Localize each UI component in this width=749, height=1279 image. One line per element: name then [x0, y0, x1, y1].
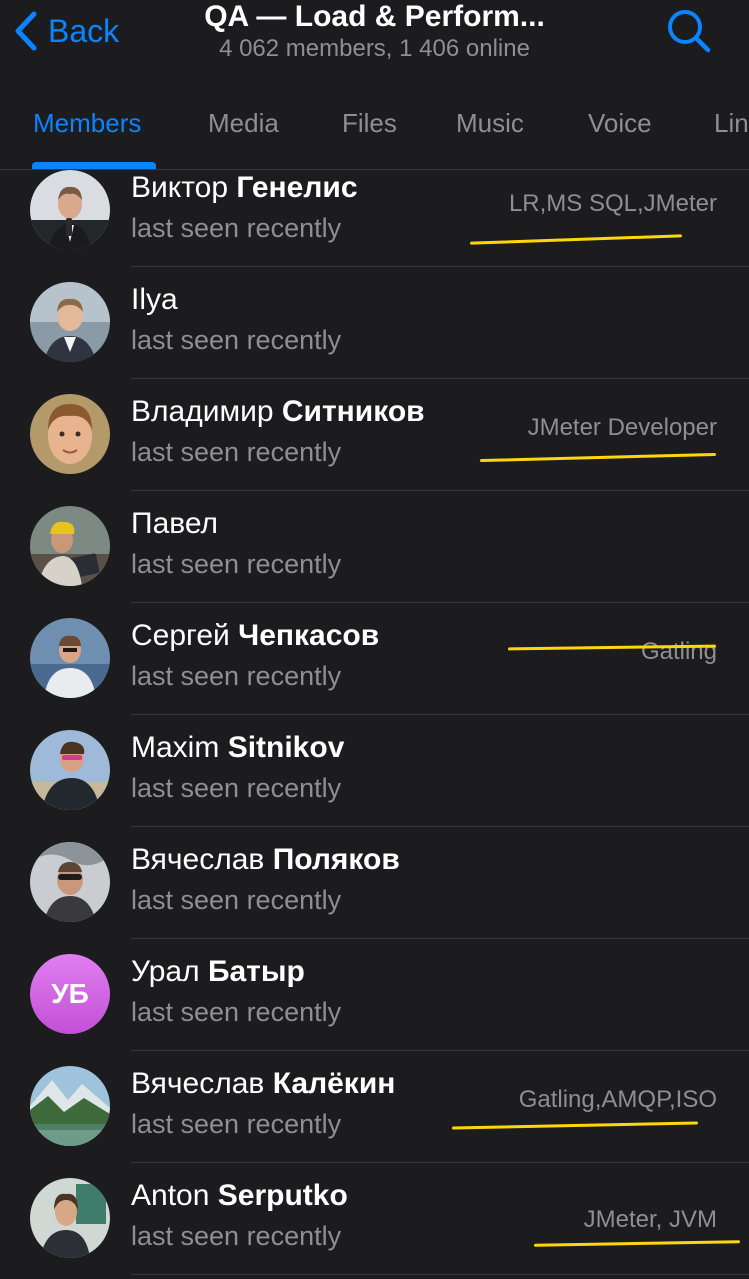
member-row[interactable]: Maxim Sitnikov last seen recently	[0, 722, 749, 834]
avatar	[30, 618, 110, 698]
avatar	[30, 1066, 110, 1146]
highlight-underline	[480, 452, 716, 463]
avatar	[30, 730, 110, 810]
row-divider	[131, 1050, 749, 1051]
highlight-underline	[451, 1121, 699, 1130]
member-status: last seen recently	[131, 997, 342, 1027]
highlight-underline	[470, 234, 682, 245]
tab-music[interactable]: Music	[456, 95, 524, 151]
member-rank: Gatling,AMQP,ISO	[518, 1086, 717, 1113]
member-row[interactable]: Вячеслав Поляков last seen recently	[0, 834, 749, 946]
member-row[interactable]: Павел last seen recently	[0, 498, 749, 610]
avatar	[30, 1178, 110, 1258]
tab-voice[interactable]: Voice	[588, 95, 652, 151]
row-divider	[131, 1274, 749, 1275]
member-status: last seen recently	[131, 885, 342, 915]
member-row[interactable]: Anton Serputko last seen recently JMeter…	[0, 1170, 749, 1279]
row-divider	[131, 490, 749, 491]
member-status: last seen recently	[131, 661, 342, 691]
avatar	[30, 282, 110, 362]
member-row[interactable]: Ilya last seen recently	[0, 274, 749, 386]
member-status: last seen recently	[131, 213, 342, 243]
member-row[interactable]: УБ Урал Батыр last seen recently	[0, 946, 749, 1058]
back-label: Back	[48, 12, 120, 49]
tab-links[interactable]: Lin	[714, 95, 749, 151]
member-rank: JMeter, JVM	[583, 1206, 717, 1233]
member-status: last seen recently	[131, 1221, 342, 1251]
member-name: Виктор Генелис	[131, 171, 358, 204]
member-row[interactable]: Владимир Ситников last seen recently JMe…	[0, 386, 749, 498]
avatar	[30, 842, 110, 922]
tab-members[interactable]: Members	[33, 95, 141, 151]
member-status: last seen recently	[131, 437, 342, 467]
search-icon	[668, 10, 711, 53]
member-rank: LR,MS SQL,JMeter	[508, 190, 717, 217]
row-divider	[131, 714, 749, 715]
member-name: Ilya	[131, 283, 178, 316]
member-name: Сергей Чепкасов	[131, 619, 380, 652]
row-divider	[131, 1162, 749, 1163]
member-rank: JMeter Developer	[527, 414, 717, 441]
row-divider	[131, 266, 749, 267]
section-tabs: Members Media Files Music Voice Lin	[0, 95, 749, 151]
tab-media[interactable]: Media	[208, 95, 279, 151]
members-list[interactable]: Виктор Генелис last seen recently LR,MS …	[0, 170, 749, 1279]
member-name: Павел	[131, 507, 219, 540]
back-button[interactable]: Back	[14, 8, 119, 54]
navigation-header: QA — Load & Perform... 4 062 members, 1 …	[0, 0, 749, 170]
member-status: last seen recently	[131, 325, 342, 355]
avatar-initials: УБ	[30, 954, 110, 1034]
row-divider	[131, 378, 749, 379]
chevron-left-icon	[15, 11, 37, 51]
member-name: Anton Serputko	[131, 1179, 348, 1212]
member-row[interactable]: Виктор Генелис last seen recently LR,MS …	[0, 170, 749, 274]
row-divider	[131, 938, 749, 939]
highlight-underline	[533, 1240, 741, 1247]
member-row[interactable]: Вячеслав Калёкин last seen recently Gatl…	[0, 1058, 749, 1170]
member-status: last seen recently	[131, 549, 342, 579]
member-rank: Gatling	[640, 638, 717, 665]
member-name: Урал Батыр	[131, 955, 305, 988]
avatar	[30, 394, 110, 474]
member-name: Владимир Ситников	[131, 395, 425, 428]
row-divider	[131, 826, 749, 827]
member-name: Maxim Sitnikov	[131, 731, 345, 764]
avatar	[30, 170, 110, 250]
search-button[interactable]	[664, 6, 714, 56]
row-divider	[131, 602, 749, 603]
avatar	[30, 506, 110, 586]
member-status: last seen recently	[131, 773, 342, 803]
member-row[interactable]: Сергей Чепкасов last seen recently Gatli…	[0, 610, 749, 722]
member-name: Вячеслав Поляков	[131, 843, 400, 876]
member-status: last seen recently	[131, 1109, 342, 1139]
tab-files[interactable]: Files	[342, 95, 397, 151]
member-name: Вячеслав Калёкин	[131, 1067, 396, 1100]
